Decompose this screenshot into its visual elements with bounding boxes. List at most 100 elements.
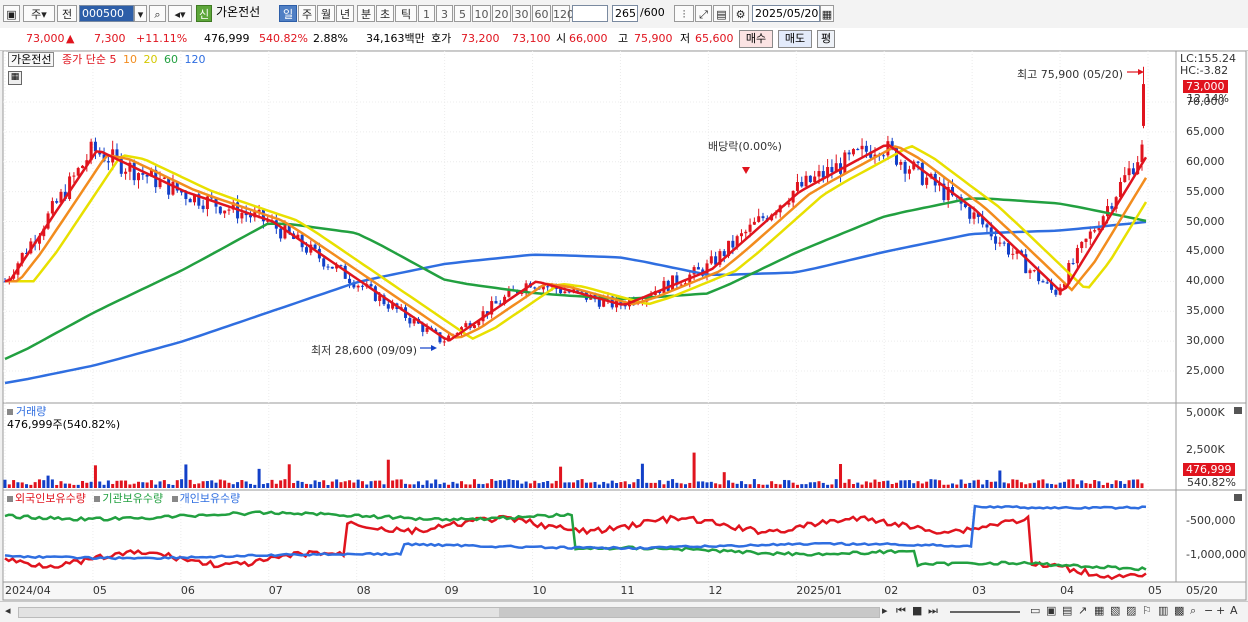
volume-bar: [615, 483, 619, 488]
volume-bar: [705, 482, 709, 488]
volume-bar: [68, 483, 72, 488]
search-icon[interactable]: ⌕: [149, 5, 166, 22]
price-tick: 70,000: [1186, 95, 1225, 108]
layout-icon-9[interactable]: ▥: [1158, 604, 1168, 618]
stock-code-input[interactable]: 000500: [79, 5, 134, 22]
tab-month[interactable]: 월: [317, 5, 335, 22]
tab-day[interactable]: 일: [279, 5, 297, 22]
scrollbar-thumb[interactable]: [499, 608, 879, 617]
min-120[interactable]: 120: [552, 5, 574, 22]
ma-60[interactable]: 60: [164, 53, 178, 66]
volume-bar: [1101, 484, 1105, 488]
volume-bar: [572, 482, 575, 488]
volume-bar: [524, 481, 528, 488]
rewind-icon[interactable]: ⏮: [896, 604, 906, 618]
individual-holdings-marker-icon: [171, 496, 178, 502]
min-10[interactable]: 10: [472, 5, 491, 22]
volume-bar: [395, 479, 399, 488]
scrollbar-track[interactable]: [18, 607, 880, 618]
volume-bar: [808, 482, 812, 488]
zoom-icon[interactable]: ⌕: [1190, 604, 1196, 618]
zoom-in-icon[interactable]: +: [1216, 604, 1225, 618]
layout-icon-6[interactable]: ▧: [1110, 604, 1120, 618]
custom-period-input[interactable]: [572, 5, 608, 22]
count-input[interactable]: 265: [612, 5, 638, 22]
calendar-icon[interactable]: ▦: [820, 5, 834, 22]
layout-icon-2[interactable]: ▣: [1046, 604, 1056, 618]
min-60[interactable]: 60: [532, 5, 551, 22]
tab-year[interactable]: 년: [336, 5, 354, 22]
text-size-icon[interactable]: A: [1230, 604, 1238, 618]
min-1[interactable]: 1: [418, 5, 435, 22]
min-30[interactable]: 30: [512, 5, 531, 22]
foreign-holdings-label[interactable]: 외국인보유수량: [15, 492, 86, 505]
min-3[interactable]: 3: [436, 5, 453, 22]
volume-bar: [240, 480, 244, 488]
holdings-panel-close-icon[interactable]: [1234, 494, 1242, 501]
ma-10[interactable]: 10: [123, 53, 137, 66]
volume-bar: [907, 480, 911, 488]
tab-week[interactable]: 주: [298, 5, 316, 22]
window-menu-icon[interactable]: ▣: [3, 5, 20, 22]
volume-bar: [916, 481, 920, 488]
layout-icon-4[interactable]: ↗: [1078, 604, 1087, 618]
ma-20[interactable]: 20: [143, 53, 157, 66]
speaker-icon[interactable]: ◂▾: [168, 5, 192, 22]
price-tick: 65,000: [1186, 124, 1225, 138]
volume-bar: [1075, 484, 1079, 488]
date-input[interactable]: 2025/05/20: [752, 5, 820, 22]
tab-second[interactable]: 초: [376, 5, 394, 22]
layout-icon-8[interactable]: ⚐: [1142, 604, 1152, 618]
scroll-right-icon[interactable]: ▸: [882, 604, 888, 618]
ma-5[interactable]: 5: [109, 53, 116, 66]
save-icon[interactable]: ▤: [713, 5, 730, 22]
ma-label[interactable]: 종가 단순: [62, 53, 106, 66]
open-price: 66,000: [569, 32, 608, 45]
volume-bar: [1084, 483, 1088, 488]
chart-type-icon[interactable]: ⫶: [674, 5, 694, 22]
candle-body: [356, 285, 360, 288]
up-arrow-icon: ▲: [66, 32, 75, 45]
forward-icon[interactable]: ⏭: [928, 604, 938, 618]
table-icon[interactable]: ▦: [8, 71, 22, 85]
candle-body: [813, 176, 817, 183]
crosshair-icon[interactable]: ⤢: [695, 5, 712, 22]
stock-name-tag[interactable]: 가온전선: [8, 52, 55, 67]
volume-bar: [1062, 481, 1066, 488]
sell-button[interactable]: 매도: [778, 30, 812, 48]
volume-bar: [546, 480, 550, 488]
zoom-slider[interactable]: [950, 611, 1020, 613]
layout-icon-1[interactable]: ▭: [1030, 604, 1040, 618]
zoom-out-icon[interactable]: −: [1204, 604, 1213, 618]
layout-icon-10[interactable]: ▩: [1174, 604, 1184, 618]
tab-tick[interactable]: 틱: [395, 5, 417, 22]
min-20[interactable]: 20: [492, 5, 511, 22]
code-dropdown-icon[interactable]: ▾: [134, 5, 147, 22]
ma-120[interactable]: 120: [184, 53, 205, 66]
volume-bar: [1011, 479, 1015, 488]
individual-holdings-label[interactable]: 개인보유수량: [180, 492, 241, 505]
market-select[interactable]: 주▾: [23, 5, 55, 22]
volume-panel-close-icon[interactable]: [1234, 407, 1242, 414]
x-tick: 06: [180, 584, 195, 597]
candle-body: [1041, 281, 1045, 283]
chart-area[interactable]: [0, 51, 1248, 601]
volume-title[interactable]: 거래량: [16, 405, 46, 418]
scroll-left-icon[interactable]: ◂: [5, 604, 11, 618]
institution-holdings-label[interactable]: 기관보유수량: [102, 492, 163, 505]
volume-bar: [223, 480, 227, 488]
volume-bar: [201, 481, 205, 488]
buy-button[interactable]: 매수: [739, 30, 773, 48]
volume-bar: [214, 482, 218, 488]
volume-bar: [111, 483, 115, 488]
layout-icon-7[interactable]: ▨: [1126, 604, 1136, 618]
min-5[interactable]: 5: [454, 5, 471, 22]
gear-icon[interactable]: ⚙: [732, 5, 749, 22]
layout-icon-3[interactable]: ▤: [1062, 604, 1072, 618]
type-select[interactable]: 전: [57, 5, 77, 22]
tab-minute[interactable]: 분: [357, 5, 375, 22]
stop-icon[interactable]: ■: [912, 604, 922, 618]
average-button[interactable]: 평: [817, 30, 835, 48]
layout-icon-5[interactable]: ▦: [1094, 604, 1104, 618]
volume-bar: [800, 484, 804, 488]
